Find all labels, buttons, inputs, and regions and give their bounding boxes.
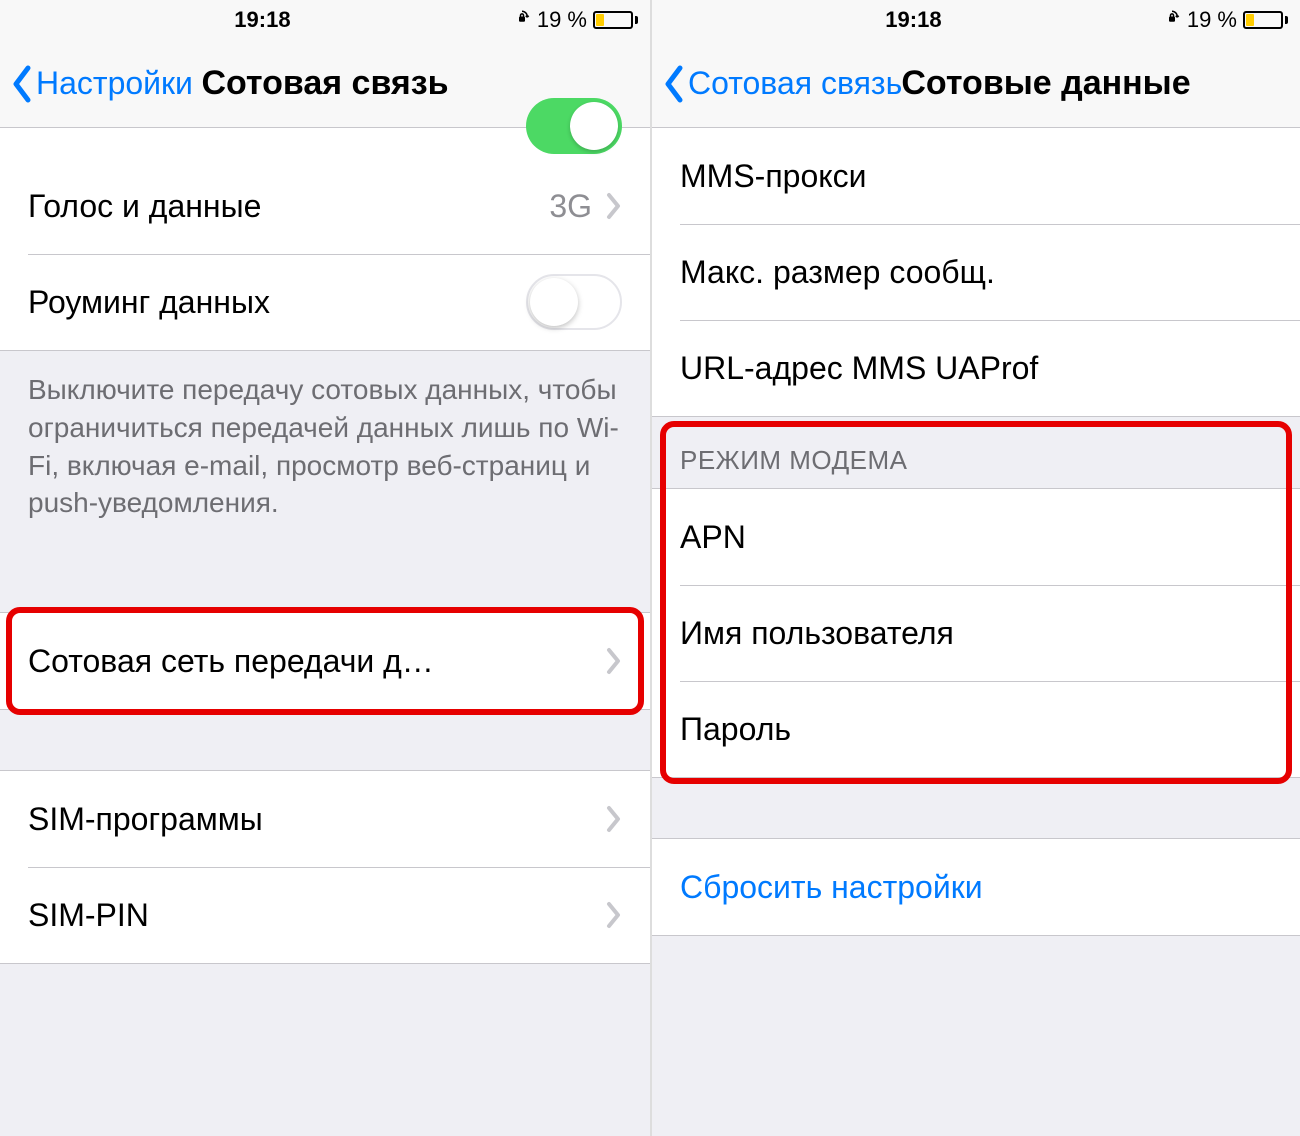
row-label: Роуминг данных <box>28 284 526 321</box>
row-sim-pin[interactable]: SIM-PIN <box>0 867 650 963</box>
cellular-footer-text: Выключите передачу сотовых данных, чтобы… <box>0 351 650 552</box>
orientation-lock-icon <box>513 7 531 33</box>
chevron-right-icon <box>606 805 622 833</box>
reset-group: Сбросить настройки <box>652 838 1300 936</box>
orientation-lock-icon <box>1163 7 1181 33</box>
sim-group: SIM-программы SIM-PIN <box>0 770 650 964</box>
row-label: SIM-программы <box>28 801 606 838</box>
status-bar: 19:18 19 % <box>0 0 650 40</box>
chevron-right-icon <box>606 192 622 220</box>
chevron-left-icon <box>662 65 686 103</box>
nav-bar: Сотовая связь Сотовые данные <box>652 40 1300 128</box>
back-label: Настройки <box>36 65 193 102</box>
screen-cellular-data: 19:18 19 % Сотовая связь Сотовые данн <box>650 0 1300 1136</box>
row-label: APN <box>680 519 1272 556</box>
back-button[interactable]: Сотовая связь <box>662 65 902 103</box>
row-label: Пароль <box>680 711 1272 748</box>
section-header-hotspot: РЕЖИМ МОДЕМА <box>652 417 1300 488</box>
roaming-toggle-off[interactable] <box>526 274 622 330</box>
row-apn[interactable]: APN <box>652 489 1300 585</box>
chevron-right-icon <box>606 901 622 929</box>
cellular-data-toggle[interactable] <box>526 98 622 154</box>
row-username[interactable]: Имя пользователя <box>652 585 1300 681</box>
battery-icon <box>593 11 638 29</box>
row-password[interactable]: Пароль <box>652 681 1300 777</box>
status-time: 19:18 <box>234 7 290 33</box>
status-bar: 19:18 19 % <box>652 0 1300 40</box>
row-sim-applications[interactable]: SIM-программы <box>0 771 650 867</box>
row-label: Сбросить настройки <box>680 869 1272 906</box>
row-label: URL-адрес MMS UAProf <box>680 350 1272 387</box>
row-max-message-size[interactable]: Макс. размер сообщ. <box>652 224 1300 320</box>
row-voice-and-data[interactable]: Голос и данные 3G <box>0 158 650 254</box>
chevron-left-icon <box>10 65 34 103</box>
battery-percentage: 19 % <box>537 7 587 33</box>
row-mms-proxy[interactable]: MMS-прокси <box>652 128 1300 224</box>
row-label: Голос и данные <box>28 188 549 225</box>
row-mms-uaprof-url[interactable]: URL-адрес MMS UAProf <box>652 320 1300 416</box>
row-value: 3G <box>549 188 592 225</box>
row-label: Сотовая сеть передачи д… <box>28 643 606 680</box>
status-time: 19:18 <box>885 7 941 33</box>
mms-group: MMS-прокси Макс. размер сообщ. URL-адрес… <box>652 128 1300 417</box>
back-label: Сотовая связь <box>688 65 902 102</box>
back-button[interactable]: Настройки <box>10 65 193 103</box>
row-label: SIM-PIN <box>28 897 606 934</box>
cellular-network-group: Сотовая сеть передачи д… <box>0 612 650 710</box>
row-data-roaming[interactable]: Роуминг данных <box>0 254 650 350</box>
row-label: Имя пользователя <box>680 615 1272 652</box>
battery-icon <box>1243 11 1288 29</box>
hotspot-group: APN Имя пользователя Пароль <box>652 488 1300 778</box>
screen-cellular: 19:18 19 % Настройки Сотовая связь <box>0 0 650 1136</box>
battery-percentage: 19 % <box>1187 7 1237 33</box>
row-label: MMS-прокси <box>680 158 1272 195</box>
row-cellular-data-network[interactable]: Сотовая сеть передачи д… <box>0 613 650 709</box>
chevron-right-icon <box>606 647 622 675</box>
cellular-group-top: Голос и данные 3G Роуминг данных <box>0 128 650 351</box>
row-reset-settings[interactable]: Сбросить настройки <box>652 839 1300 935</box>
row-label: Макс. размер сообщ. <box>680 254 1272 291</box>
